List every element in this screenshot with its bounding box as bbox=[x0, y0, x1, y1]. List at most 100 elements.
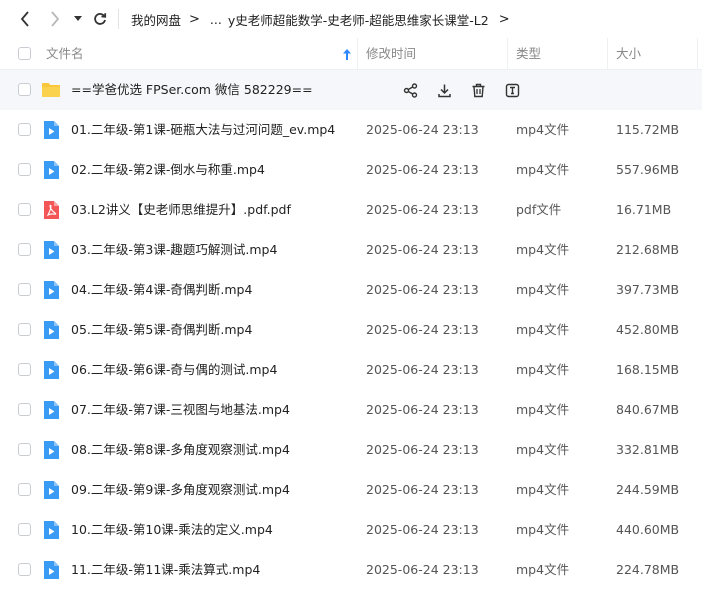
file-modified-time: 2025-06-24 23:13 bbox=[366, 482, 479, 497]
file-size: 244.59MB bbox=[616, 482, 680, 497]
video-file-icon bbox=[44, 121, 59, 139]
file-name[interactable]: 08.二年级-第8课-多角度观察测试.mp4 bbox=[71, 430, 290, 470]
column-modified[interactable]: 修改时间 bbox=[366, 38, 416, 69]
file-row[interactable]: 10.二年级-第10课-乘法的定义.mp4 2025-06-24 23:13 m… bbox=[0, 510, 702, 550]
row-checkbox[interactable] bbox=[18, 483, 31, 496]
file-list-header: 文件名 修改时间 类型 大小 bbox=[0, 38, 702, 70]
file-name[interactable]: 03.二年级-第3课-趣题巧解测试.mp4 bbox=[71, 230, 277, 270]
chevron-right-icon bbox=[51, 11, 60, 27]
video-file-icon bbox=[44, 561, 59, 579]
file-modified-time: 2025-06-24 23:13 bbox=[366, 402, 479, 417]
file-modified-time: 2025-06-24 23:13 bbox=[366, 122, 479, 137]
file-row[interactable]: 08.二年级-第8课-多角度观察测试.mp4 2025-06-24 23:13 … bbox=[0, 430, 702, 470]
file-size: 557.96MB bbox=[616, 162, 680, 177]
row-checkbox[interactable] bbox=[18, 203, 31, 216]
video-file-icon bbox=[44, 401, 59, 419]
file-name[interactable]: 10.二年级-第10课-乘法的定义.mp4 bbox=[71, 510, 273, 550]
column-divider[interactable] bbox=[697, 38, 698, 69]
file-row[interactable]: 11.二年级-第11课-乘法算式.mp4 2025-06-24 23:13 mp… bbox=[0, 550, 702, 590]
file-size: 332.81MB bbox=[616, 442, 680, 457]
refresh-icon bbox=[94, 13, 107, 25]
rename-button[interactable] bbox=[503, 81, 521, 99]
trash-icon bbox=[472, 83, 484, 97]
file-row[interactable]: 03.L2讲义【史老师思维提升】.pdf.pdf 2025-06-24 23:1… bbox=[0, 190, 702, 230]
column-size[interactable]: 大小 bbox=[616, 38, 641, 69]
video-file-icon bbox=[44, 441, 59, 459]
file-type: mp4文件 bbox=[516, 242, 570, 257]
folder-row[interactable]: ==学爸优选 FPSer.com 微信 582229== bbox=[0, 70, 702, 110]
column-divider[interactable] bbox=[357, 38, 358, 69]
file-name[interactable]: 03.L2讲义【史老师思维提升】.pdf.pdf bbox=[71, 190, 291, 230]
file-size: 840.67MB bbox=[616, 402, 680, 417]
file-row[interactable]: 09.二年级-第9课-多角度观察测试.mp4 2025-06-24 23:13 … bbox=[0, 470, 702, 510]
row-checkbox[interactable] bbox=[18, 283, 31, 296]
file-modified-time: 2025-06-24 23:13 bbox=[366, 562, 479, 577]
breadcrumb-ellipsis[interactable]: ... bbox=[210, 12, 222, 27]
row-checkbox[interactable] bbox=[18, 123, 31, 136]
video-file-icon bbox=[44, 321, 59, 339]
row-actions bbox=[401, 81, 537, 99]
column-divider[interactable] bbox=[607, 38, 608, 69]
file-type: pdf文件 bbox=[516, 202, 562, 217]
breadcrumb-expand-icon[interactable]: > bbox=[499, 12, 510, 27]
file-size: 452.80MB bbox=[616, 322, 680, 337]
download-button[interactable] bbox=[435, 81, 453, 99]
file-name[interactable]: 11.二年级-第11课-乘法算式.mp4 bbox=[71, 550, 260, 590]
file-size: 115.72MB bbox=[616, 122, 680, 137]
file-row[interactable]: 04.二年级-第4课-奇偶判断.mp4 2025-06-24 23:13 mp4… bbox=[0, 270, 702, 310]
row-checkbox[interactable] bbox=[18, 563, 31, 576]
file-name[interactable]: 09.二年级-第9课-多角度观察测试.mp4 bbox=[71, 470, 290, 510]
breadcrumb-separator-icon: > bbox=[189, 11, 200, 27]
row-checkbox[interactable] bbox=[18, 243, 31, 256]
video-file-icon bbox=[44, 361, 59, 379]
file-row[interactable]: 03.二年级-第3课-趣题巧解测试.mp4 2025-06-24 23:13 m… bbox=[0, 230, 702, 270]
share-button[interactable] bbox=[401, 81, 419, 99]
file-name[interactable]: 05.二年级-第5课-奇偶判断.mp4 bbox=[71, 310, 252, 350]
sort-ascending-icon[interactable] bbox=[343, 48, 351, 63]
breadcrumb-root[interactable]: 我的网盘 bbox=[131, 10, 181, 29]
file-name[interactable]: ==学爸优选 FPSer.com 微信 582229== bbox=[71, 70, 313, 110]
breadcrumb-current[interactable]: y史老师超能数学-史老师-超能思维家长课堂-L2 bbox=[228, 10, 489, 29]
file-row[interactable]: 01.二年级-第1课-砸瓶大法与过河问题_ev.mp4 2025-06-24 2… bbox=[0, 110, 702, 150]
file-name[interactable]: 06.二年级-第6课-奇与偶的测试.mp4 bbox=[71, 350, 277, 390]
delete-button[interactable] bbox=[469, 81, 487, 99]
file-type: mp4文件 bbox=[516, 562, 570, 577]
file-type: mp4文件 bbox=[516, 522, 570, 537]
file-modified-time: 2025-06-24 23:13 bbox=[366, 442, 479, 457]
row-checkbox[interactable] bbox=[18, 523, 31, 536]
row-checkbox[interactable] bbox=[18, 403, 31, 416]
history-dropdown-button[interactable] bbox=[73, 10, 83, 28]
row-checkbox[interactable] bbox=[18, 83, 31, 96]
file-name[interactable]: 01.二年级-第1课-砸瓶大法与过河问题_ev.mp4 bbox=[71, 110, 335, 150]
back-button[interactable] bbox=[18, 10, 32, 28]
forward-button[interactable] bbox=[48, 10, 62, 28]
share-icon bbox=[403, 82, 417, 98]
file-name[interactable]: 07.二年级-第7课-三视图与地基法.mp4 bbox=[71, 390, 290, 430]
chevron-left-icon bbox=[20, 11, 29, 27]
column-divider[interactable] bbox=[507, 38, 508, 69]
text-cursor-icon bbox=[505, 83, 519, 97]
file-row[interactable]: 02.二年级-第2课-倒水与称重.mp4 2025-06-24 23:13 mp… bbox=[0, 150, 702, 190]
refresh-button[interactable] bbox=[92, 10, 108, 28]
column-name[interactable]: 文件名 bbox=[46, 38, 84, 69]
file-type: mp4文件 bbox=[516, 402, 570, 417]
caret-down-icon bbox=[74, 16, 82, 21]
video-file-icon bbox=[44, 161, 59, 179]
folder-icon bbox=[42, 83, 60, 97]
column-type[interactable]: 类型 bbox=[516, 38, 541, 69]
file-size: 16.71MB bbox=[616, 202, 672, 217]
file-type: mp4文件 bbox=[516, 162, 570, 177]
file-row[interactable]: 05.二年级-第5课-奇偶判断.mp4 2025-06-24 23:13 mp4… bbox=[0, 310, 702, 350]
file-name[interactable]: 02.二年级-第2课-倒水与称重.mp4 bbox=[71, 150, 265, 190]
pdf-file-icon bbox=[44, 201, 59, 219]
row-checkbox[interactable] bbox=[18, 323, 31, 336]
select-all-checkbox[interactable] bbox=[18, 47, 31, 60]
row-checkbox[interactable] bbox=[18, 443, 31, 456]
file-name[interactable]: 04.二年级-第4课-奇偶判断.mp4 bbox=[71, 270, 252, 310]
row-checkbox[interactable] bbox=[18, 363, 31, 376]
file-row[interactable]: 07.二年级-第7课-三视图与地基法.mp4 2025-06-24 23:13 … bbox=[0, 390, 702, 430]
file-modified-time: 2025-06-24 23:13 bbox=[366, 242, 479, 257]
video-file-icon bbox=[44, 521, 59, 539]
row-checkbox[interactable] bbox=[18, 163, 31, 176]
file-row[interactable]: 06.二年级-第6课-奇与偶的测试.mp4 2025-06-24 23:13 m… bbox=[0, 350, 702, 390]
